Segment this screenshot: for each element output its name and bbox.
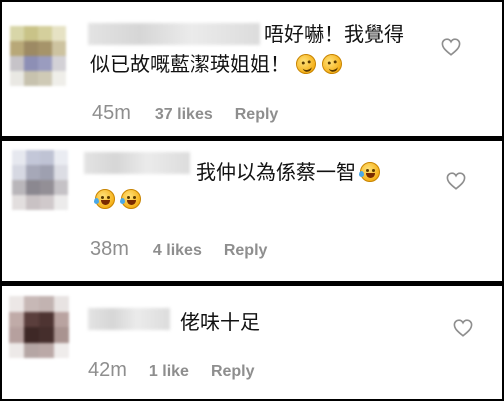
laughing-face-icon	[94, 189, 115, 209]
reply-button[interactable]: Reply	[224, 242, 268, 260]
comment-text: 唔好嚇！我覺得	[264, 20, 404, 48]
username-redacted[interactable]	[88, 23, 260, 45]
thinking-face-icon	[320, 52, 344, 76]
comment-text: 我仲以為係蔡一智	[196, 158, 380, 186]
timestamp: 42m	[88, 359, 127, 381]
likes-count[interactable]: 1 like	[149, 363, 189, 381]
comment-item: 佬味十足 42m 1 like Reply	[2, 286, 502, 399]
avatar[interactable]	[12, 150, 68, 210]
username-redacted[interactable]	[84, 152, 190, 174]
comment-text-line-1: 我仲以為係蔡一智	[196, 160, 356, 184]
comment-text-continued: 似已故嘅藍潔瑛姐姐！	[90, 50, 344, 78]
likes-count[interactable]: 37 likes	[155, 106, 213, 124]
timestamp: 38m	[90, 238, 129, 260]
timestamp: 45m	[92, 102, 131, 124]
heart-outline-icon[interactable]	[446, 172, 466, 190]
comment-text-line-2: 似已故嘅藍潔瑛姐姐！	[90, 52, 290, 76]
heart-outline-icon[interactable]	[453, 319, 473, 337]
comment-item: 我仲以為係蔡一智 38m 4 likes Reply	[2, 141, 502, 281]
avatar[interactable]	[9, 296, 69, 358]
comment-meta: 45m 37 likes Reply	[92, 102, 278, 125]
comment-text: 佬味十足	[180, 308, 260, 336]
heart-outline-icon[interactable]	[441, 38, 461, 56]
comment-item: 唔好嚇！我覺得 似已故嘅藍潔瑛姐姐！ 45m 37 likes Reply	[2, 2, 502, 136]
comment-meta: 38m 4 likes Reply	[90, 238, 267, 261]
laughing-face-icon	[359, 162, 380, 182]
reply-button[interactable]: Reply	[235, 106, 279, 124]
comment-text-line-1: 佬味十足	[180, 310, 260, 334]
laughing-face-icon	[120, 189, 141, 209]
comment-meta: 42m 1 like Reply	[88, 359, 255, 382]
likes-count[interactable]: 4 likes	[153, 242, 202, 260]
emoji-row	[92, 185, 141, 213]
username-redacted[interactable]	[88, 308, 170, 330]
avatar[interactable]	[10, 26, 66, 86]
comment-text-line-1: 唔好嚇！我覺得	[264, 22, 404, 46]
reply-button[interactable]: Reply	[211, 363, 255, 381]
thinking-face-icon	[294, 52, 318, 76]
